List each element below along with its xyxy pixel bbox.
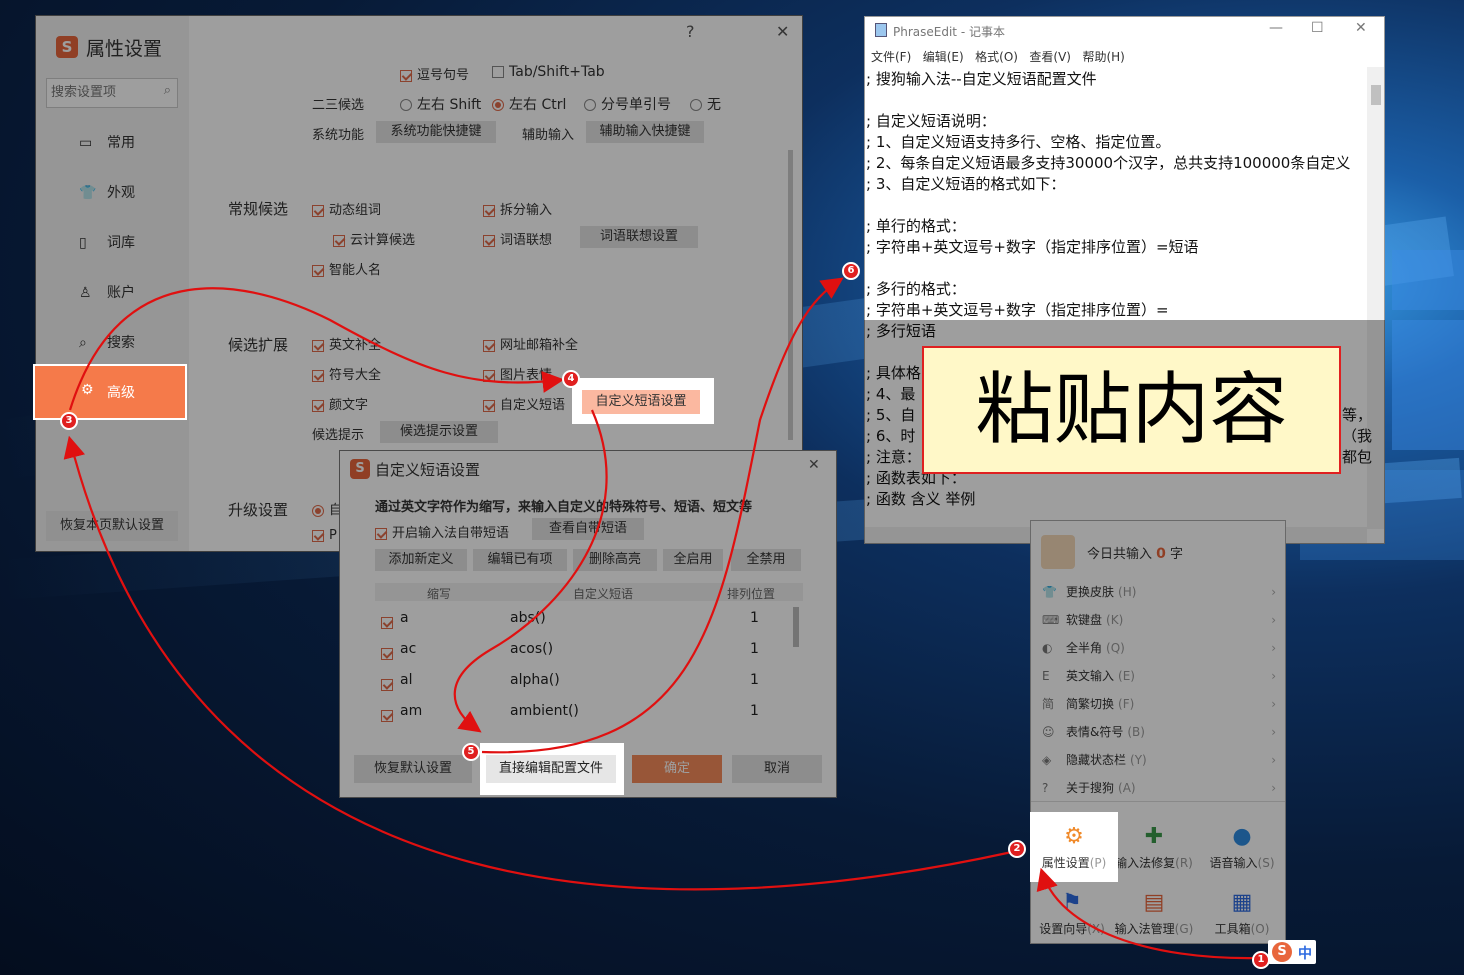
arrow-4-to-5 (453, 409, 608, 733)
notepad-line-clip: 都包 (1342, 448, 1373, 466)
arrow-3-to-4 (68, 287, 565, 411)
step-badge-6: 6 (842, 262, 860, 280)
notepad-line-clip: （我 (1342, 427, 1373, 445)
step-badge-5: 5 (462, 743, 480, 761)
notepad-line-clip: 等， (1342, 406, 1373, 424)
step-badge-4: 4 (562, 370, 580, 388)
step-arrows (63, 277, 1259, 960)
step-badge-1: 1 (1252, 951, 1270, 969)
step-badge-2: 2 (1008, 840, 1026, 858)
arrow-1-to-2 (1036, 867, 1259, 960)
arrow-5-to-6 (481, 277, 844, 754)
arrow-2-to-3 (63, 435, 1013, 891)
step-badge-3: 3 (60, 412, 78, 430)
